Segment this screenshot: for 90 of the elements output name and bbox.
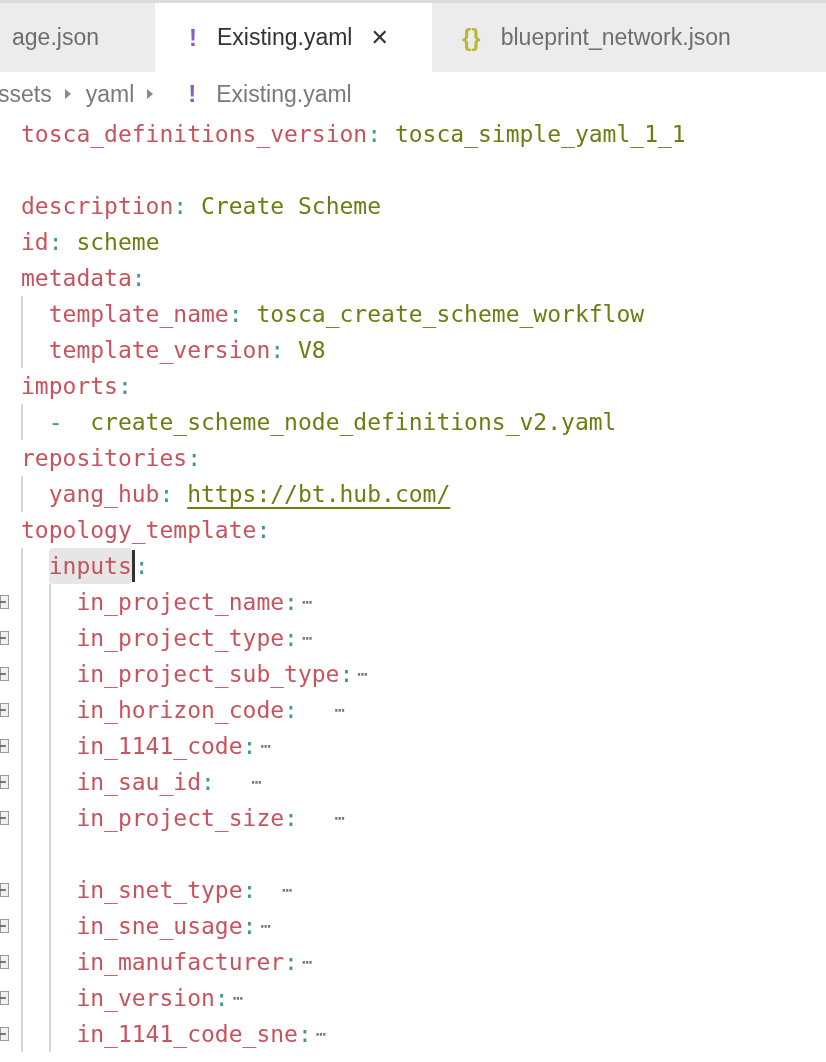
file-type-icon: ! — [188, 80, 197, 108]
colon: : — [367, 120, 382, 149]
yaml-key: in_manufacturer — [76, 944, 285, 980]
folded-ellipsis[interactable]: ⋯ — [214, 764, 263, 800]
yaml-value: scheme — [75, 228, 160, 257]
folded-ellipsis[interactable]: ⋯ — [256, 908, 272, 944]
yaml-key: metadata — [21, 260, 132, 296]
yaml-key: in_1141_code — [76, 728, 243, 764]
colon: : — [134, 552, 149, 581]
fold-icon[interactable] — [0, 739, 9, 753]
yaml-value: create_scheme_node_definitions_v2.yaml — [89, 408, 617, 438]
file-type-icon: ! — [189, 23, 197, 52]
fold-icon[interactable] — [0, 667, 9, 681]
yaml-key: topology_template — [21, 512, 257, 548]
folded-ellipsis[interactable]: ⋯ — [297, 944, 313, 980]
colon: : — [270, 336, 285, 365]
yaml-key: in_horizon_code — [76, 692, 285, 728]
yaml-key: in_1141_code_sne — [76, 1016, 298, 1052]
yaml-key: yang_hub — [48, 476, 160, 512]
colon: : — [228, 300, 243, 329]
folded-ellipsis[interactable]: ⋯ — [297, 800, 346, 836]
yaml-key: id — [21, 224, 49, 260]
yaml-key: in_project_type — [76, 620, 285, 656]
yaml-key: imports — [21, 368, 118, 404]
yaml-value: tosca_create_scheme_workflow — [255, 300, 645, 330]
fold-icon[interactable] — [0, 991, 9, 1005]
colon: : — [201, 768, 215, 797]
folded-ellipsis[interactable]: ⋯ — [311, 1016, 327, 1052]
list-dash: - — [48, 408, 64, 437]
tab-label: blueprint_network.json — [500, 24, 731, 51]
file-type-icon: {} — [462, 23, 481, 52]
fold-icon[interactable] — [0, 1027, 9, 1041]
yaml-key: template_version — [48, 332, 271, 368]
colon: : — [242, 876, 257, 905]
chevron-icon — [63, 88, 72, 100]
colon: : — [297, 1020, 312, 1049]
breadcrumb-item[interactable]: Existing.yaml — [216, 80, 352, 108]
yaml-value: tosca_simple_yaml_1_1 — [393, 120, 686, 150]
folded-ellipsis[interactable]: ⋯ — [297, 692, 346, 728]
folded-ellipsis[interactable]: ⋯ — [353, 656, 369, 692]
yaml-key: template_name — [48, 296, 229, 332]
folded-ellipsis[interactable]: ⋯ — [297, 620, 313, 656]
colon: : — [339, 660, 354, 689]
yaml-key: description — [21, 188, 174, 224]
colon: : — [48, 228, 63, 257]
folded-ellipsis[interactable]: ⋯ — [256, 728, 272, 764]
yaml-key: repositories — [21, 440, 188, 476]
chevron-icon — [146, 88, 155, 100]
fold-icon[interactable] — [0, 955, 9, 969]
fold-icon[interactable] — [0, 703, 9, 717]
yaml-key: in_sne_usage — [76, 908, 243, 944]
url-link[interactable]: https://bt.hub.com/ — [173, 476, 451, 512]
fold-icon[interactable] — [0, 595, 9, 609]
yaml-key: in_sau_id — [76, 764, 201, 800]
folded-ellipsis[interactable]: ⋯ — [256, 872, 293, 908]
colon: : — [159, 480, 174, 509]
folded-ellipsis[interactable]: ⋯ — [228, 980, 244, 1016]
yaml-key: in_snet_type — [76, 872, 243, 908]
fold-icon[interactable] — [0, 883, 9, 897]
fold-icon[interactable] — [0, 919, 9, 933]
colon: : — [284, 624, 298, 653]
colon: : — [284, 948, 298, 977]
yaml-value: V8 — [296, 336, 326, 365]
editor-tab[interactable]: ! Existing.yaml ✕ — [155, 3, 432, 72]
colon: : — [284, 588, 298, 617]
yaml-key: in_version — [76, 980, 215, 1016]
yaml-key: in_project_sub_type — [76, 656, 340, 692]
colon: : — [284, 696, 298, 725]
fold-icon[interactable] — [0, 811, 9, 825]
yaml-value: Create Scheme — [200, 192, 382, 221]
tab-label: age.json — [12, 24, 99, 51]
yaml-key: in_project_size — [76, 800, 285, 836]
close-icon[interactable]: ✕ — [370, 24, 389, 51]
colon: : — [173, 192, 188, 221]
yaml-key: inputs — [48, 548, 132, 584]
colon: : — [117, 372, 132, 401]
folded-ellipsis[interactable]: ⋯ — [297, 584, 313, 620]
breadcrumb-item[interactable]: yaml — [85, 80, 135, 108]
colon: : — [242, 912, 257, 941]
colon: : — [256, 516, 271, 545]
colon: : — [284, 804, 298, 833]
yaml-key: in_project_name — [76, 584, 285, 620]
yaml-key: tosca_definitions_version — [21, 116, 368, 152]
fold-icon[interactable] — [0, 631, 9, 645]
colon: : — [214, 984, 229, 1013]
colon: : — [242, 732, 257, 761]
fold-icon[interactable] — [0, 775, 9, 789]
colon: : — [187, 444, 202, 473]
tab-label: Existing.yaml — [217, 24, 353, 51]
colon: : — [131, 264, 146, 293]
